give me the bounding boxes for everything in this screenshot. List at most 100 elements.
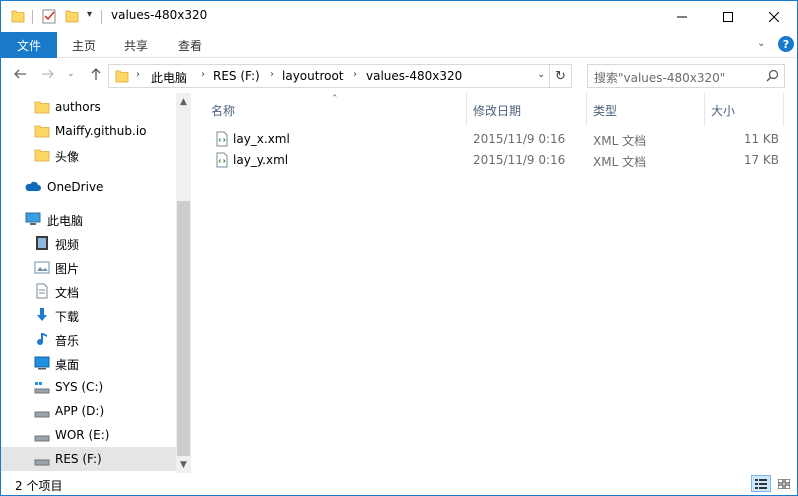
- expand-ribbon-icon[interactable]: ⌄: [757, 38, 765, 49]
- file-name: lay_x.xml: [233, 132, 290, 146]
- chevron-down-icon[interactable]: ⌄: [537, 69, 545, 80]
- nav-item-drive-c[interactable]: SYS (C:): [1, 375, 176, 399]
- title-bar: ▾ values-480x320: [1, 1, 797, 32]
- nav-item-label: OneDrive: [47, 180, 104, 194]
- breadcrumb-drive[interactable]: RES (F:): [213, 69, 260, 83]
- search-input[interactable]: 搜索"values-480x320": [594, 69, 725, 86]
- nav-item-downloads[interactable]: 下载: [1, 303, 176, 327]
- nav-item-label: 下载: [55, 310, 80, 324]
- scroll-up-icon[interactable]: ▲: [176, 93, 191, 110]
- file-date: 2015/11/9 0:16: [473, 153, 566, 167]
- scroll-down-icon[interactable]: ▼: [176, 456, 191, 473]
- column-header-date[interactable]: 修改日期: [473, 102, 521, 119]
- file-type: XML 文档: [593, 155, 647, 169]
- maximize-button[interactable]: [705, 1, 751, 32]
- customize-quick-access-icon[interactable]: ▾: [87, 9, 92, 20]
- video-icon: [34, 235, 50, 251]
- help-icon[interactable]: ?: [778, 36, 794, 52]
- details-view-button[interactable]: [751, 475, 771, 492]
- nav-item-drive-f[interactable]: RES (F:): [1, 447, 176, 471]
- folder-icon: [34, 123, 50, 139]
- nav-item-label: WOR (E:): [55, 428, 110, 442]
- file-row[interactable]: lay_x.xml 2015/11/9 0:16 XML 文档 11 KB: [211, 129, 783, 150]
- nav-item-desktop[interactable]: 桌面: [1, 351, 176, 375]
- file-list: ⌃ 名称 修改日期 类型 大小 lay_x.xml 2015/11/9 0:16…: [201, 93, 797, 473]
- window-title: values-480x320: [111, 8, 208, 22]
- document-icon: [34, 283, 50, 299]
- column-divider[interactable]: [704, 93, 705, 126]
- nav-item-authors[interactable]: authors: [1, 95, 176, 119]
- new-folder-icon[interactable]: [65, 8, 79, 27]
- nav-item-videos[interactable]: 视频: [1, 231, 176, 255]
- nav-item-label: 音乐: [55, 334, 80, 348]
- chevron-right-icon[interactable]: ›: [136, 69, 140, 80]
- quick-access-divider: [32, 10, 33, 24]
- file-type: XML 文档: [593, 134, 647, 148]
- desktop-icon: [34, 355, 50, 371]
- column-divider[interactable]: [586, 93, 587, 126]
- nav-item-pictures[interactable]: 图片: [1, 255, 176, 279]
- close-button[interactable]: [751, 1, 797, 32]
- nav-item-maiffy[interactable]: Maiffy.github.io: [1, 119, 176, 143]
- column-header-name[interactable]: 名称: [211, 102, 235, 119]
- nav-item-this-pc[interactable]: 此电脑: [1, 207, 176, 231]
- nav-item-avatar[interactable]: 头像: [1, 143, 176, 167]
- nav-item-documents[interactable]: 文档: [1, 279, 176, 303]
- nav-item-label: 桌面: [55, 358, 80, 372]
- file-row[interactable]: lay_y.xml 2015/11/9 0:16 XML 文档 17 KB: [211, 150, 783, 171]
- column-divider[interactable]: [466, 93, 467, 126]
- drive-icon: [34, 427, 50, 443]
- nav-item-label: 头像: [55, 150, 80, 164]
- tab-share[interactable]: 共享: [115, 32, 157, 58]
- nav-item-music[interactable]: 音乐: [1, 327, 176, 351]
- title-divider: [101, 10, 102, 24]
- recent-locations-icon[interactable]: ⌄: [67, 69, 75, 79]
- column-header-type[interactable]: 类型: [593, 102, 617, 119]
- scroll-thumb[interactable]: [177, 201, 190, 456]
- tab-view[interactable]: 查看: [169, 32, 211, 58]
- nav-pane-scrollbar[interactable]: ▲ ▼: [176, 93, 191, 473]
- navigation-pane: authors Maiffy.github.io 头像 OneDrive 此电脑…: [1, 93, 191, 473]
- breadcrumb-this-pc[interactable]: 此电脑: [151, 69, 187, 86]
- tab-home[interactable]: 主页: [63, 32, 105, 58]
- chevron-right-icon[interactable]: ›: [201, 69, 205, 80]
- forward-button[interactable]: [41, 67, 55, 85]
- explorer-window: ▾ values-480x320 文件 主页 共享 查看 ⌄ ? ⌄ › 此电脑…: [0, 0, 798, 496]
- nav-item-label: APP (D:): [55, 404, 105, 418]
- breadcrumb-current[interactable]: values-480x320: [366, 69, 462, 83]
- breadcrumb-layoutroot[interactable]: layoutroot: [282, 69, 344, 83]
- nav-item-onedrive[interactable]: OneDrive: [1, 175, 176, 199]
- search-icon[interactable]: [766, 69, 779, 85]
- nav-item-label: 此电脑: [47, 214, 84, 228]
- nav-item-label: 图片: [55, 262, 80, 276]
- column-divider[interactable]: [783, 93, 784, 126]
- column-header-size[interactable]: 大小: [711, 102, 735, 119]
- large-icons-view-button[interactable]: [774, 475, 794, 492]
- nav-item-drive-e[interactable]: WOR (E:): [1, 423, 176, 447]
- cloud-icon: [25, 179, 41, 195]
- refresh-button[interactable]: ↻: [550, 64, 572, 88]
- folder-icon: [34, 147, 50, 163]
- file-size: 11 KB: [743, 132, 779, 146]
- picture-icon: [34, 259, 50, 275]
- minimize-button[interactable]: [659, 1, 705, 32]
- folder-icon: [34, 99, 50, 115]
- up-button[interactable]: [89, 67, 103, 85]
- search-box[interactable]: 搜索"values-480x320": [587, 64, 785, 88]
- nav-item-drive-d[interactable]: APP (D:): [1, 399, 176, 423]
- xml-file-icon: [214, 131, 230, 150]
- music-icon: [34, 331, 50, 347]
- navigation-bar: ⌄ › 此电脑 › RES (F:) › layoutroot › values…: [1, 59, 797, 93]
- folder-icon: [11, 8, 25, 27]
- nav-item-label: 视频: [55, 238, 80, 252]
- back-button[interactable]: [13, 67, 27, 85]
- properties-icon[interactable]: [41, 8, 57, 27]
- chevron-right-icon[interactable]: ›: [270, 69, 274, 80]
- nav-item-label: Maiffy.github.io: [55, 124, 147, 138]
- system-drive-icon: [34, 379, 50, 395]
- drive-icon: [34, 451, 50, 467]
- tab-file[interactable]: 文件: [1, 32, 57, 58]
- file-size: 17 KB: [743, 153, 779, 167]
- chevron-right-icon[interactable]: ›: [353, 69, 357, 80]
- address-bar[interactable]: › 此电脑 › RES (F:) › layoutroot › values-4…: [108, 64, 550, 88]
